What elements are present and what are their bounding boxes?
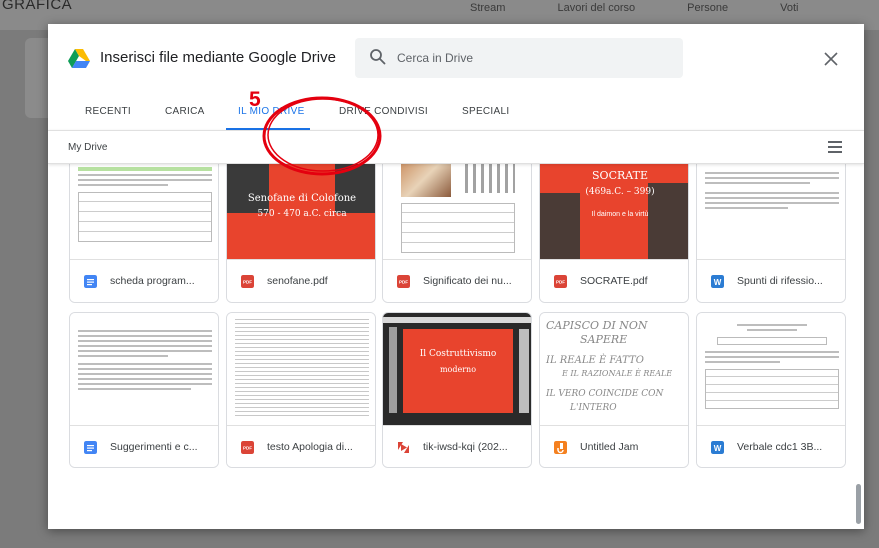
svg-text:W: W (714, 444, 722, 453)
jam-text: CAPISCO DI NON (546, 319, 648, 332)
dialog-header: Inserisci file mediante Google Drive (48, 24, 864, 96)
file-card-untitled-jam[interactable]: CAPISCO DI NON SAPERE IL REALE È FATTO E… (539, 312, 689, 468)
file-card-footer: PDF Significato dei nu... (383, 259, 531, 302)
file-card-verbale[interactable]: W Verbale cdc1 3B... (696, 312, 846, 468)
thumbnail-subtitle: moderno (439, 365, 477, 374)
dialog-title: Inserisci file mediante Google Drive (100, 49, 336, 66)
breadcrumb-bar: My Drive (48, 130, 864, 164)
pdf-icon: PDF (241, 441, 254, 454)
file-name: tik-iwsd-kqi (202... (423, 441, 508, 453)
jam-text: E IL RAZIONALE È REALE (562, 369, 673, 378)
jam-text: IL VERO COINCIDE CON (546, 389, 664, 399)
file-thumbnail (227, 313, 375, 425)
file-card-senofane[interactable]: Senofane di Colofone 570 - 470 a.C. circ… (226, 164, 376, 303)
svg-text:PDF: PDF (243, 446, 252, 451)
thumbnail-title: SOCRATE (592, 169, 648, 182)
background-tab-voti: Voti (780, 2, 799, 14)
search-icon (370, 49, 386, 65)
file-card-tik-video[interactable]: Il Costruttivismo moderno tik-iwsd-kqi (… (382, 312, 532, 468)
file-card-apologia[interactable]: PDF testo Apologia di... (226, 312, 376, 468)
jam-text: L'INTERO (570, 403, 617, 413)
file-name: Untitled Jam (580, 441, 639, 453)
thumbnail-title: Senofane di Colofone (247, 193, 357, 204)
file-name: senofane.pdf (267, 275, 328, 287)
background-tabs: Stream Lavori del corso Persone Voti (470, 2, 798, 14)
file-card-footer: PDF testo Apologia di... (227, 425, 375, 467)
jam-text: IL REALE È FATTO (546, 355, 644, 366)
file-card-footer: Suggerimenti e c... (70, 425, 218, 467)
file-name: Verbale cdc1 3B... (737, 441, 823, 453)
word-icon: W (711, 275, 724, 288)
file-card-significato[interactable]: PDF Significato dei nu... (382, 164, 532, 303)
thumbnail-title: Il Costruttivismo (419, 349, 497, 359)
pdf-icon: PDF (397, 275, 410, 288)
file-thumbnail: SOCRATE (469a.C. – 399) Il daimon e la v… (540, 164, 688, 259)
file-thumbnail (70, 164, 218, 259)
search-input[interactable] (397, 48, 667, 68)
file-card-spunti[interactable]: W Spunti di rifessio... (696, 164, 846, 303)
scrollbar-thumb[interactable] (856, 484, 861, 524)
google-drive-logo-icon (68, 49, 90, 68)
thumbnail-subtitle: 570 - 470 a.C. circa (257, 209, 347, 219)
drive-picker-dialog: Inserisci file mediante Google Drive REC… (48, 24, 864, 529)
file-name: SOCRATE.pdf (580, 275, 648, 287)
google-docs-icon (84, 275, 97, 288)
file-thumbnail (383, 164, 531, 259)
file-card-scheda[interactable]: scheda program... (69, 164, 219, 303)
file-name: Spunti di rifessio... (737, 275, 823, 287)
file-name: scheda program... (110, 275, 195, 287)
file-card-footer: W Spunti di rifessio... (697, 259, 845, 302)
file-grid: scheda program... Senofane di Colofone 5… (48, 164, 864, 529)
list-view-icon[interactable] (828, 141, 842, 153)
file-card-footer: tik-iwsd-kqi (202... (383, 425, 531, 467)
pdf-icon: PDF (554, 275, 567, 288)
close-icon[interactable] (820, 48, 842, 70)
file-card-footer: scheda program... (70, 259, 218, 302)
file-card-socrate[interactable]: SOCRATE (469a.C. – 399) Il daimon e la v… (539, 164, 689, 303)
video-file-icon (397, 441, 410, 454)
background-page-title: GRAFICA (2, 0, 73, 13)
svg-text:PDF: PDF (399, 280, 408, 285)
tab-recenti[interactable]: RECENTI (85, 106, 131, 117)
file-thumbnail: Il Costruttivismo moderno (383, 313, 531, 425)
breadcrumb[interactable]: My Drive (68, 142, 107, 153)
file-thumbnail: CAPISCO DI NON SAPERE IL REALE È FATTO E… (540, 313, 688, 425)
svg-text:W: W (714, 278, 722, 287)
jamboard-icon (554, 441, 567, 454)
tab-carica[interactable]: CARICA (165, 106, 205, 117)
file-thumbnail (697, 313, 845, 425)
file-card-footer: PDF senofane.pdf (227, 259, 375, 302)
file-thumbnail (697, 164, 845, 259)
file-card-suggerimenti[interactable]: Suggerimenti e c... (69, 312, 219, 468)
svg-text:PDF: PDF (556, 280, 565, 285)
file-thumbnail (70, 313, 218, 425)
search-box[interactable] (355, 38, 683, 78)
google-docs-icon (84, 441, 97, 454)
thumbnail-subtitle: (469a.C. – 399) (585, 187, 655, 197)
file-card-footer: Untitled Jam (540, 425, 688, 467)
svg-text:PDF: PDF (243, 280, 252, 285)
file-name: Significato dei nu... (423, 275, 512, 287)
background-tab-lavori: Lavori del corso (557, 2, 636, 14)
file-card-footer: PDF SOCRATE.pdf (540, 259, 688, 302)
jam-text: SAPERE (580, 333, 628, 346)
file-name: Suggerimenti e c... (110, 441, 198, 453)
pdf-icon: PDF (241, 275, 254, 288)
word-icon: W (711, 441, 724, 454)
thumbnail-caption: Il daimon e la virtù (591, 211, 649, 218)
picker-tabs: RECENTI CARICA IL MIO DRIVE DRIVE CONDIV… (48, 96, 864, 130)
tab-speciali[interactable]: SPECIALI (462, 106, 509, 117)
file-card-footer: W Verbale cdc1 3B... (697, 425, 845, 467)
file-name: testo Apologia di... (267, 441, 353, 453)
annotation-circle (262, 96, 382, 176)
background-tab-persone: Persone (687, 2, 729, 14)
background-tab-stream: Stream (470, 2, 506, 14)
